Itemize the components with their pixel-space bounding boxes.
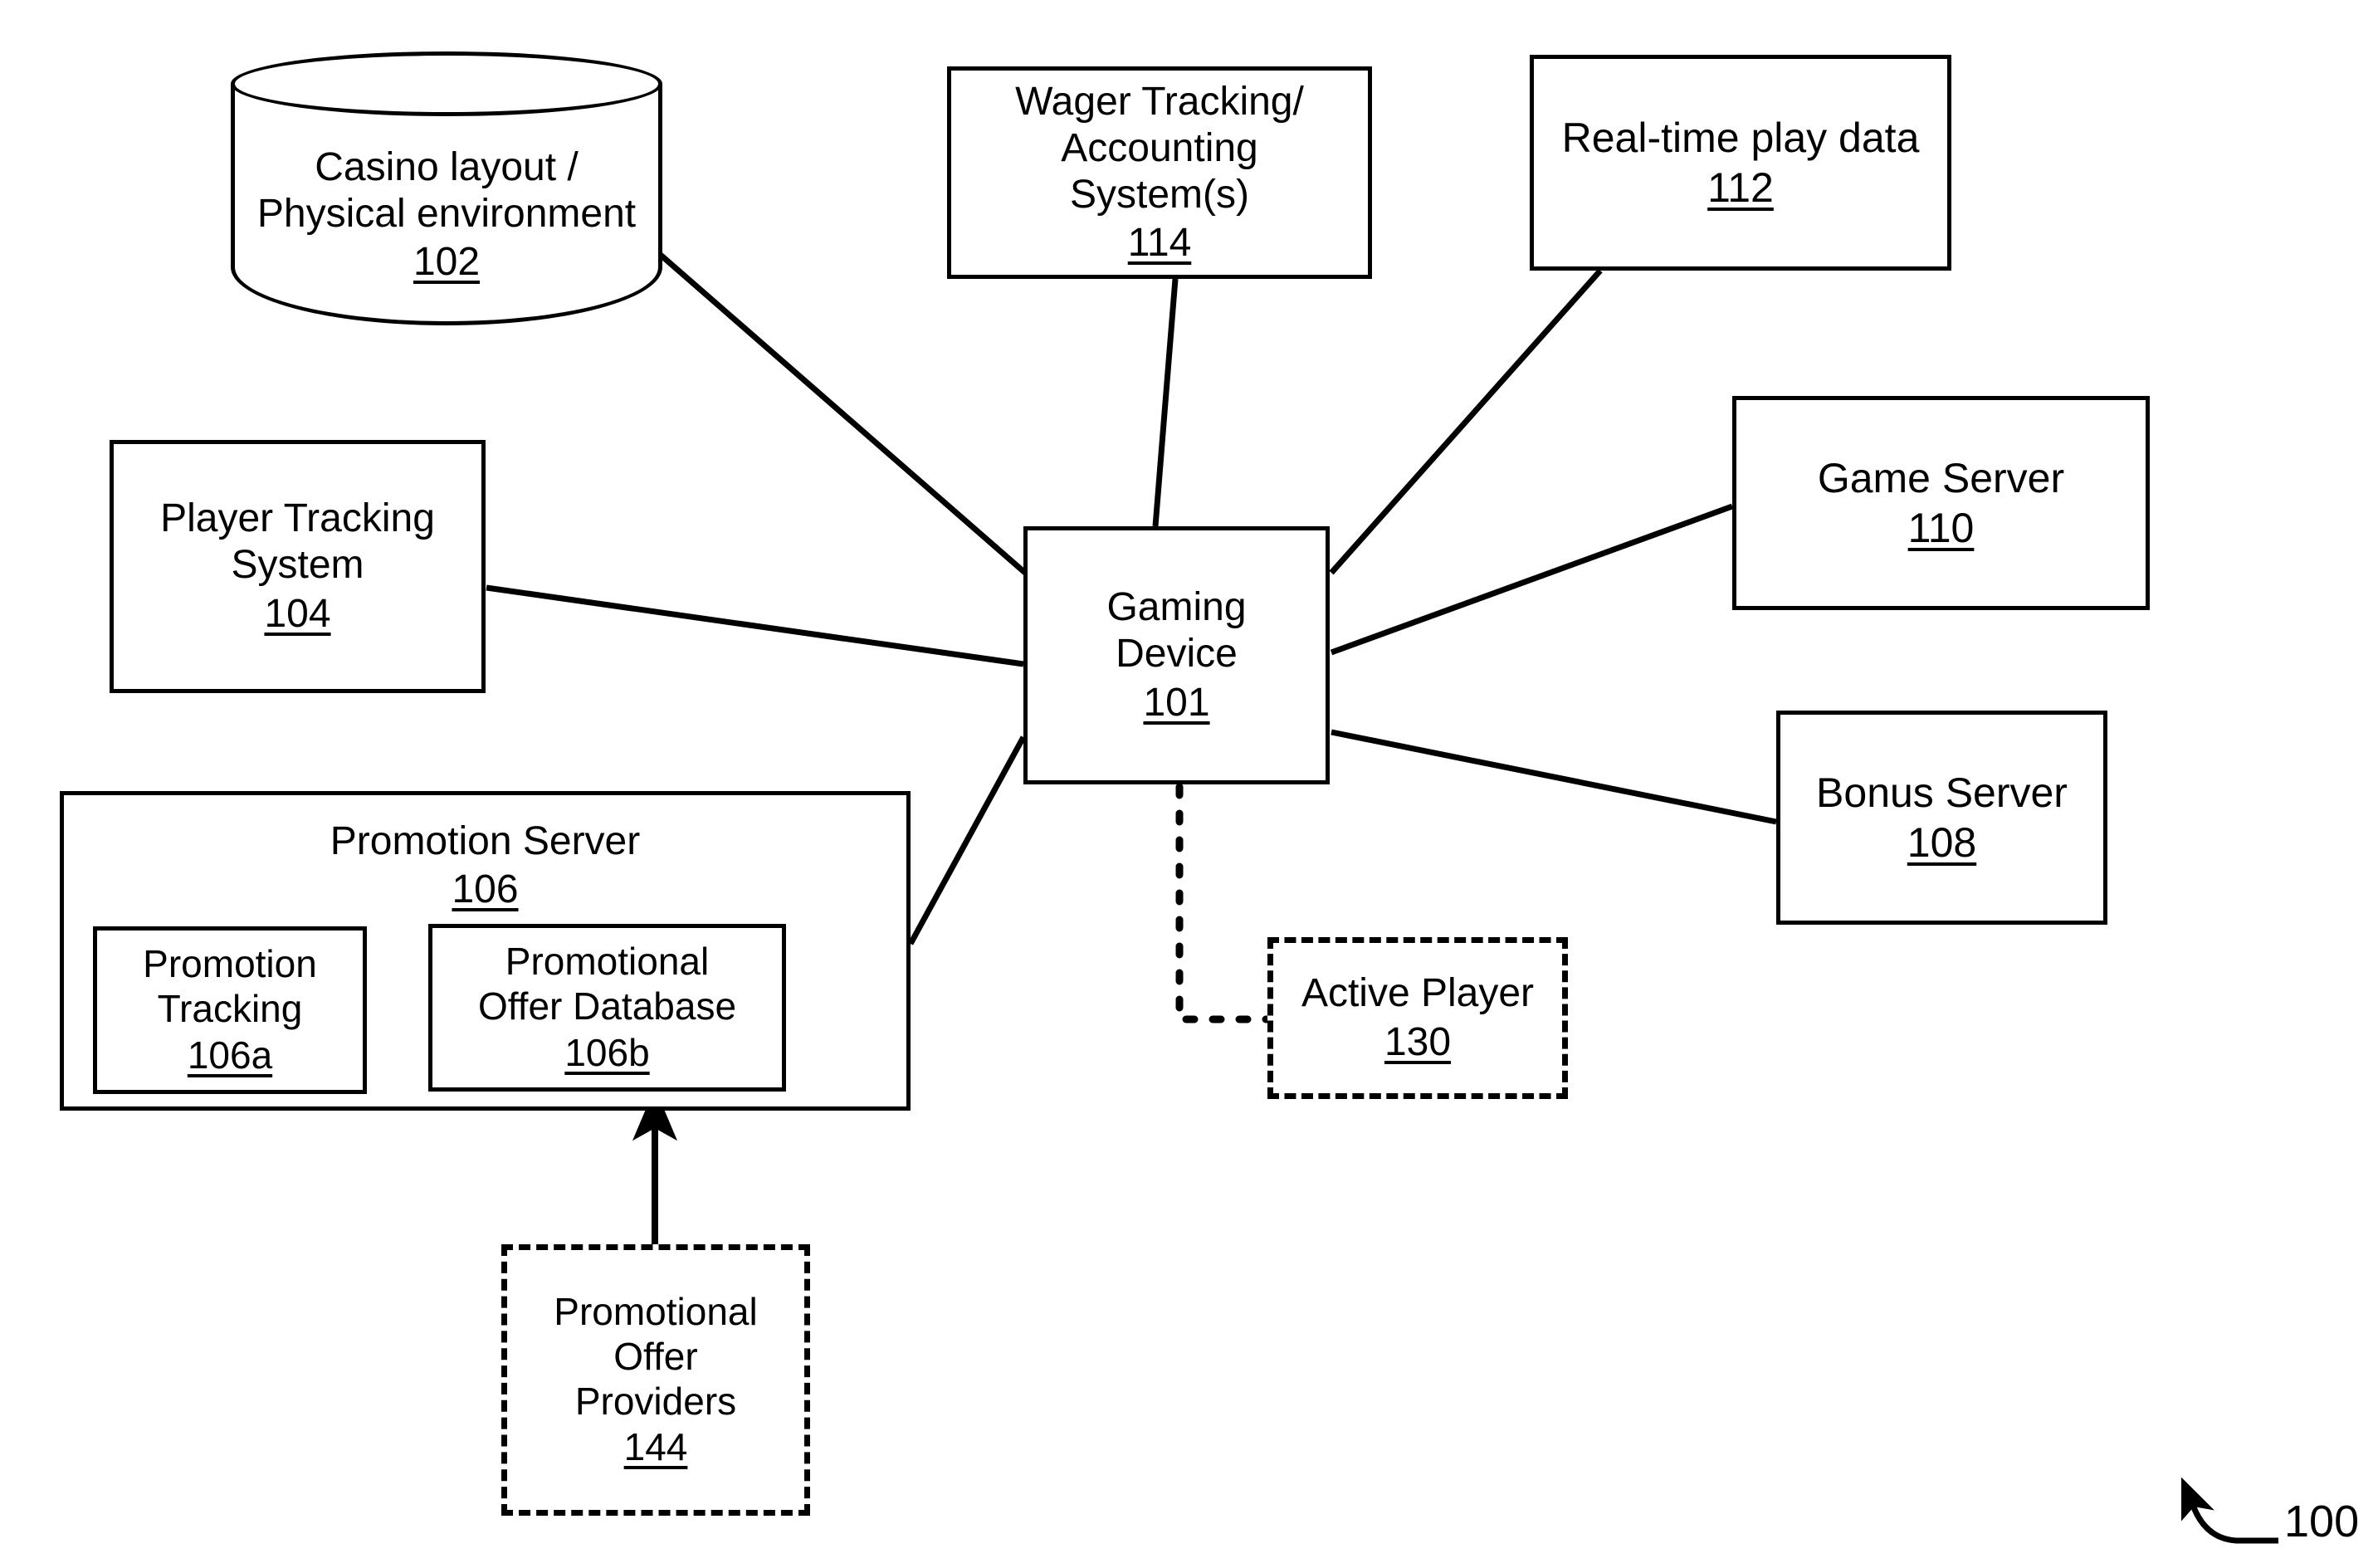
- node-label-line: Offer Database: [477, 984, 737, 1028]
- node-casino-layout[interactable]: Casino layout / Physical environment 102: [231, 51, 662, 325]
- node-reference-numeral: 106: [452, 867, 519, 912]
- figure-number-arrow-icon: [2181, 1477, 2278, 1544]
- node-reference-numeral: 144: [623, 1425, 688, 1469]
- node-reference-numeral: 106a: [187, 1033, 273, 1077]
- node-label-line: Promotional: [554, 1289, 758, 1333]
- connector-game-server-to-gaming-device: [1330, 503, 1734, 656]
- node-label-line: Device: [1116, 632, 1238, 677]
- connector-casino-layout-to-gaming-device: [653, 248, 1028, 575]
- node-reference-numeral: 106b: [564, 1030, 650, 1074]
- node-wager-tracking-system[interactable]: Wager Tracking/ Accounting System(s) 114: [947, 66, 1372, 279]
- node-label-line: Physical environment: [256, 192, 637, 237]
- node-reference-numeral: 102: [413, 240, 481, 285]
- node-label-line: Player Tracking: [160, 496, 435, 541]
- connector-gaming-device-to-active-player: [1175, 783, 1273, 1023]
- node-game-server[interactable]: Game Server 110: [1732, 396, 2150, 610]
- node-label-line: Promotion: [143, 942, 317, 986]
- node-label-line: Promotion Server: [330, 819, 641, 863]
- node-promotional-offer-database[interactable]: Promotional Offer Database 106b: [428, 924, 786, 1092]
- node-label-line: Wager Tracking/: [1015, 79, 1304, 124]
- node-reference-numeral: 110: [1907, 505, 1975, 551]
- connector-realtime-play-to-gaming-device: [1329, 268, 1603, 575]
- connector-player-tracking-to-gaming-device: [486, 584, 1024, 667]
- node-casino-layout-text: Casino layout / Physical environment 102: [231, 144, 662, 286]
- node-reference-numeral: 114: [1127, 221, 1192, 266]
- node-active-player[interactable]: Active Player 130: [1267, 937, 1568, 1099]
- node-label-line: Casino layout /: [315, 145, 579, 189]
- connector-promotion-server-to-gaming-device: [907, 735, 1027, 945]
- node-label-line: System: [231, 543, 364, 588]
- node-reference-numeral: 108: [1907, 819, 1977, 866]
- node-label-line: System(s): [1070, 173, 1249, 217]
- node-label-line: Bonus Server: [1816, 769, 2068, 816]
- node-promotion-server-title: Promotion Server 106: [64, 818, 906, 913]
- patent-figure: Casino layout / Physical environment 102…: [0, 0, 2378, 1568]
- node-reference-numeral: 101: [1143, 680, 1210, 725]
- node-label-line: Real-time play data: [1561, 114, 1920, 161]
- connector-wager-tracking-to-gaming-device: [1152, 278, 1179, 527]
- node-label-line: Tracking: [157, 987, 303, 1031]
- node-gaming-device[interactable]: Gaming Device 101: [1023, 526, 1330, 784]
- connector-offer-providers-to-offer-database: [632, 1087, 678, 1244]
- node-label-line: Providers: [574, 1379, 737, 1423]
- node-label-line: Offer: [613, 1334, 698, 1378]
- node-promotion-tracking[interactable]: Promotion Tracking 106a: [93, 926, 367, 1094]
- node-label-line: Promotional: [505, 940, 710, 984]
- connector-bonus-server-to-gaming-device: [1331, 729, 1777, 825]
- node-player-tracking-system[interactable]: Player Tracking System 104: [110, 440, 486, 693]
- node-reference-numeral: 130: [1384, 1019, 1452, 1064]
- node-label-line: Game Server: [1817, 454, 2065, 501]
- node-reference-numeral: 112: [1707, 164, 1774, 211]
- figure-number-label: 100: [2284, 1497, 2360, 1546]
- node-promotional-offer-providers[interactable]: Promotional Offer Providers 144: [501, 1244, 810, 1516]
- node-label-line: Active Player: [1301, 971, 1535, 1016]
- node-realtime-play-data[interactable]: Real-time play data 112: [1530, 55, 1951, 271]
- node-bonus-server[interactable]: Bonus Server 108: [1776, 711, 2107, 925]
- node-label-line: Gaming: [1106, 585, 1247, 630]
- node-label-line: Accounting: [1061, 125, 1258, 170]
- node-reference-numeral: 104: [264, 591, 331, 636]
- cylinder-top-ellipse: [231, 51, 662, 116]
